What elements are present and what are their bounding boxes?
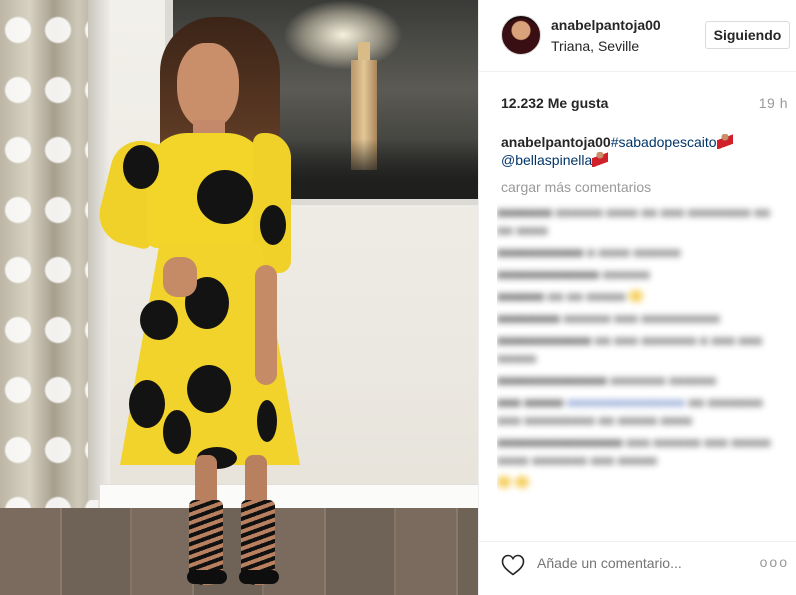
photo-curtain [0,0,98,560]
list-item: ■■■ ■■■■■ ■■■■■■■■■■■■■■■ ■■ ■■■■■■■ ■■■… [497,395,763,428]
comments-list-blurred: ■■■■■■■ ■■■■■■ ■■■■ ■■ ■■■ ■■■■■■■■ ■■ ■… [497,200,779,535]
list-item [497,474,779,492]
avatar[interactable] [501,15,541,55]
post-header: anabelpantoja00 Triana, Seville Siguiend… [479,0,796,72]
username-link[interactable]: anabelpantoja00 [551,17,661,33]
list-item: ■■■■■■ ■■ ■■ ■■■■■ [497,288,779,306]
list-item: ■■■■■■■■■■■■■■■■ ■■■ ■■■■■■ ■■■ ■■■■■ ■■… [497,435,771,468]
list-item: ■■■■■■■■ ■■■■■■ ■■■ ■■■■■■■■■■ [497,311,720,326]
caption-username[interactable]: anabelpantoja00 [501,134,611,150]
heart-icon[interactable] [501,554,525,576]
list-item: ■■■■■■■ ■■■■■■ ■■■■ ■■ ■■■ ■■■■■■■■ ■■ ■… [497,205,770,238]
list-item: ■■■■■■■■■■■■■■ ■■■■■■■ ■■■■■■ [497,373,717,388]
list-item: ■■■■■■■■■■■■ ■■ ■■■ ■■■■■■■ ■ ■■■ ■■■ ■■… [497,333,763,366]
load-more-comments-link[interactable]: cargar más comentarios [501,179,651,195]
add-comment-bar: ooo [479,541,796,595]
post-photo[interactable]: O [0,0,478,595]
flamenco-dancer-emoji [592,152,609,167]
more-options-icon[interactable]: ooo [760,554,789,570]
list-item: ■■■■■■■■■■■ ■ ■■■■ ■■■■■■ [497,245,681,260]
flamenco-dancer-emoji [716,134,733,149]
caption-mention[interactable]: @bellaspinella [501,152,592,168]
post-sidebar: anabelpantoja00 Triana, Seville Siguiend… [478,0,796,595]
post-timestamp[interactable]: 19 h [759,95,788,111]
caption-hashtag[interactable]: #sabadopescaito [611,134,717,150]
list-item: ■■■■■■■■■■■■■ ■■■■■■ [497,267,650,282]
likes-count[interactable]: 12.232 Me gusta [501,95,608,111]
comment-input[interactable] [537,555,747,571]
photo-person [93,15,305,590]
post-caption: anabelpantoja00#sabadopescaito @bellaspi… [501,133,791,169]
location-link[interactable]: Triana, Seville [551,38,639,54]
following-button[interactable]: Siguiendo [705,21,790,49]
